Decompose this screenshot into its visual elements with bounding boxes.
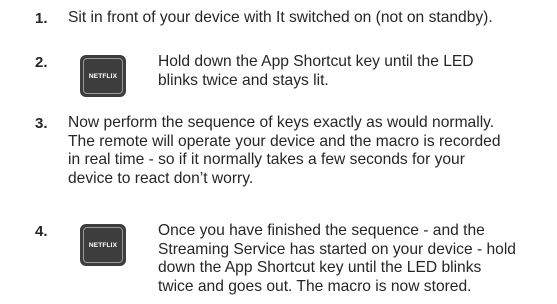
step-text-line: Once you have finished the sequence - an… xyxy=(158,222,485,239)
netflix-key-icon: NETFLIX xyxy=(80,55,126,97)
step-text-line: Sit in front of your device with It swit… xyxy=(68,9,493,26)
key-face: NETFLIX xyxy=(83,58,123,94)
step-text: Now perform the sequence of keys exactly… xyxy=(68,114,501,188)
step-text-line: Now perform the sequence of keys exactly… xyxy=(68,114,495,131)
step-text-line: twice and goes out. The macro is now sto… xyxy=(158,277,472,295)
step-text-line: The remote will operate your device and … xyxy=(68,132,501,150)
step-text-line: down the App Shortcut key until the LED … xyxy=(158,259,482,277)
key-label: NETFLIX xyxy=(88,72,118,80)
step-text: Sit in front of your device with It swit… xyxy=(68,9,493,28)
key-label: NETFLIX xyxy=(88,241,118,249)
key-face: NETFLIX xyxy=(83,227,123,263)
step-number: 2. xyxy=(35,54,48,71)
step-text-line: Streaming Service has started on your de… xyxy=(158,240,516,258)
step-number: 4. xyxy=(35,223,48,240)
step-number: 3. xyxy=(35,115,48,132)
step-text-line: device to react don’t worry. xyxy=(68,169,254,187)
step-text-line: Hold down the App Shortcut key until the… xyxy=(158,53,474,70)
step-text: Hold down the App Shortcut key until the… xyxy=(158,53,474,90)
step-text: Once you have finished the sequence - an… xyxy=(158,222,516,296)
step-text-line: in real time - so if it normally takes a… xyxy=(68,151,465,169)
netflix-key-icon: NETFLIX xyxy=(80,224,126,266)
step-number: 1. xyxy=(35,10,48,27)
step-text-line: blinks twice and stays lit. xyxy=(158,71,329,89)
